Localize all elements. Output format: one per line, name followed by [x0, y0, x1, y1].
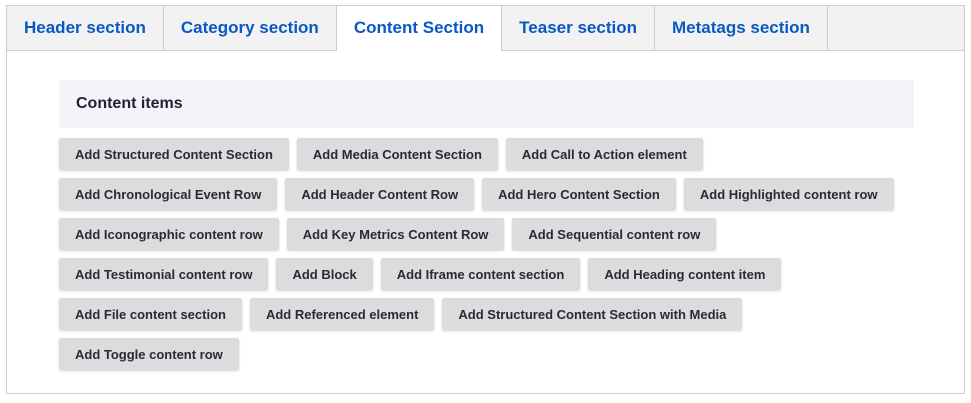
add-content-buttons: Add Structured Content Section Add Media… — [59, 138, 914, 370]
add-structured-content-section-with-media-button[interactable]: Add Structured Content Section with Medi… — [442, 298, 743, 330]
add-media-content-section-button[interactable]: Add Media Content Section — [296, 138, 498, 170]
content-items-panel: Content items Add Structured Content Sec… — [59, 80, 914, 370]
tab-teaser-section[interactable]: Teaser section — [502, 6, 655, 50]
add-call-to-action-element-button[interactable]: Add Call to Action element — [505, 138, 703, 170]
add-file-content-section-button[interactable]: Add File content section — [59, 298, 242, 330]
add-header-content-row-button[interactable]: Add Header Content Row — [285, 178, 475, 210]
add-heading-content-item-button[interactable]: Add Heading content item — [588, 258, 782, 290]
add-key-metrics-content-row-button[interactable]: Add Key Metrics Content Row — [286, 218, 505, 250]
add-toggle-content-row-button[interactable]: Add Toggle content row — [59, 338, 239, 370]
add-iconographic-content-row-button[interactable]: Add Iconographic content row — [59, 218, 279, 250]
tab-category-section[interactable]: Category section — [163, 6, 337, 50]
add-block-button[interactable]: Add Block — [276, 258, 373, 290]
add-highlighted-content-row-button[interactable]: Add Highlighted content row — [683, 178, 894, 210]
add-hero-content-section-button[interactable]: Add Hero Content Section — [482, 178, 676, 210]
tab-header-section[interactable]: Header section — [7, 6, 164, 50]
add-testimonial-content-row-button[interactable]: Add Testimonial content row — [59, 258, 269, 290]
add-referenced-element-button[interactable]: Add Referenced element — [249, 298, 435, 330]
tab-content-section[interactable]: Content Section — [336, 6, 503, 51]
add-iframe-content-section-button[interactable]: Add Iframe content section — [380, 258, 581, 290]
add-sequential-content-row-button[interactable]: Add Sequential content row — [512, 218, 717, 250]
content-editor-frame: Header section Category section Content … — [6, 5, 965, 394]
content-items-title: Content items — [59, 80, 914, 128]
tab-metatags-section[interactable]: Metatags section — [654, 6, 828, 50]
add-chronological-event-row-button[interactable]: Add Chronological Event Row — [59, 178, 278, 210]
section-tabs: Header section Category section Content … — [7, 6, 964, 51]
add-structured-content-section-button[interactable]: Add Structured Content Section — [59, 138, 289, 170]
